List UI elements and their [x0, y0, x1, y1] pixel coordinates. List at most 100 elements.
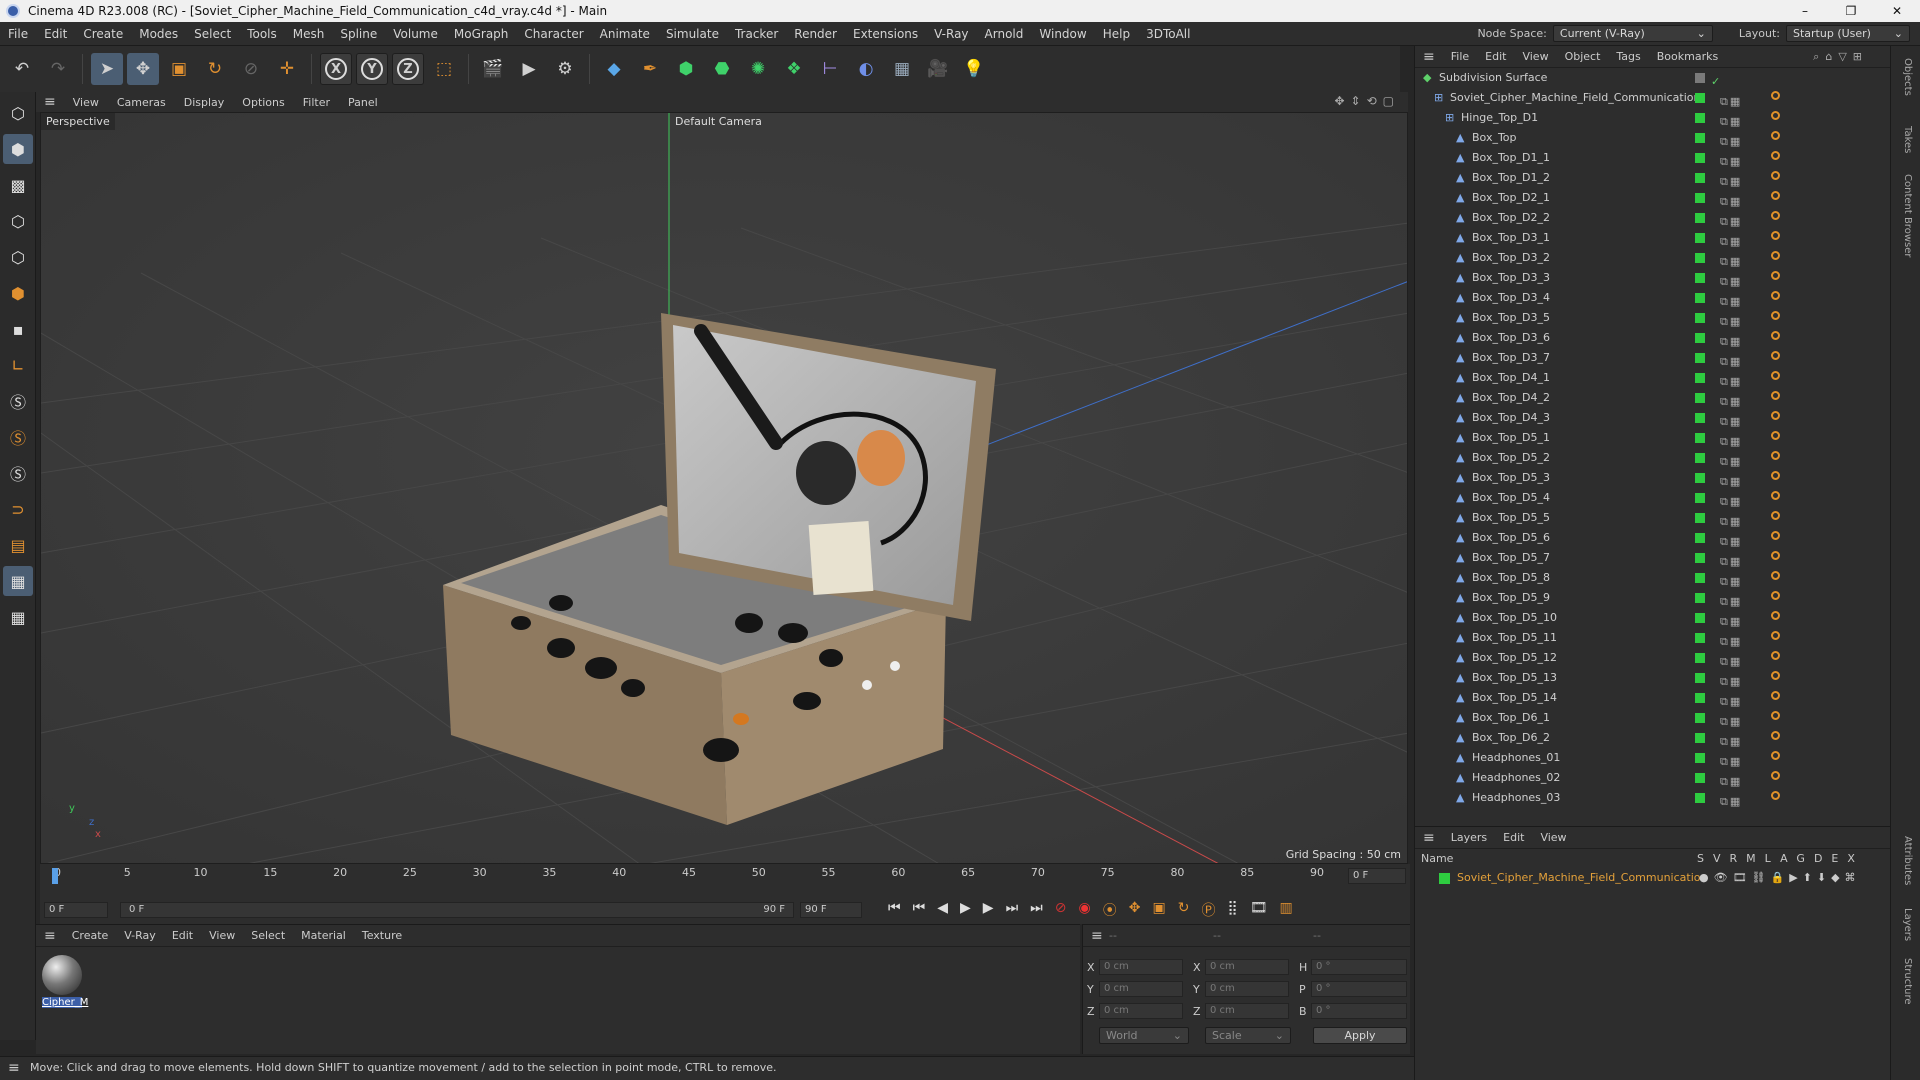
layers-menu-view[interactable]: View	[1532, 831, 1574, 844]
go-start-icon[interactable]: ⏮	[888, 900, 901, 920]
pos-z-field[interactable]: 0 cm	[1099, 1003, 1183, 1019]
rotate-tool-icon[interactable]: ↻	[199, 53, 231, 85]
menu-vray[interactable]: V-Ray	[926, 27, 976, 41]
material-menu-vray[interactable]: V-Ray	[116, 929, 164, 942]
object-name[interactable]: Box_Top_D5_2	[1472, 448, 1550, 468]
snap-workplane-icon[interactable]: Ⓢ	[3, 458, 33, 488]
layer-col-flag[interactable]: X	[1847, 852, 1864, 865]
visibility-dot[interactable]	[1695, 593, 1705, 603]
timeline-icon[interactable]: ▥	[1279, 900, 1292, 920]
phong-tag-icon[interactable]	[1771, 711, 1780, 720]
layer-col-flag[interactable]: D	[1814, 852, 1831, 865]
menu-mograph[interactable]: MoGraph	[446, 27, 517, 41]
object-row[interactable]: ▲ Box_Top_D5_5 ⧉▦	[1415, 508, 1877, 528]
visibility-dot[interactable]	[1695, 513, 1705, 523]
visibility-dot[interactable]	[1695, 713, 1705, 723]
uv-mode-icon[interactable]: ▪	[3, 314, 33, 344]
visibility-dot[interactable]	[1695, 373, 1705, 383]
rot-p-field[interactable]: 0 °	[1311, 981, 1407, 997]
object-name[interactable]: Box_Top_D5_7	[1472, 548, 1550, 568]
axis-x-toggle[interactable]: X	[320, 53, 352, 85]
phong-tag-icon[interactable]	[1771, 391, 1780, 400]
phong-tag-icon[interactable]	[1771, 371, 1780, 380]
viewport-menu-cameras[interactable]: Cameras	[108, 96, 175, 109]
visibility-dot[interactable]	[1695, 273, 1705, 283]
menu-help[interactable]: Help	[1095, 27, 1138, 41]
phong-tag-icon[interactable]	[1771, 491, 1780, 500]
key-rotate-icon[interactable]: ↻	[1178, 900, 1190, 920]
search-icon[interactable]: ⌕⌂▽⊞	[1813, 50, 1868, 64]
object-name[interactable]: Box_Top_D4_3	[1472, 408, 1550, 428]
object-row[interactable]: ▲ Box_Top_D6_2 ⧉▦	[1415, 728, 1877, 748]
menu-window[interactable]: Window	[1031, 27, 1094, 41]
layer-row[interactable]: Soviet_Cipher_Machine_Field_Communicatio…	[1415, 869, 1890, 889]
minimize-button[interactable]: –	[1782, 0, 1828, 22]
object-name[interactable]: Box_Top_D5_13	[1472, 668, 1557, 688]
phong-tag-icon[interactable]	[1771, 671, 1780, 680]
objects-menu-bookmarks[interactable]: Bookmarks	[1649, 50, 1726, 63]
object-name[interactable]: Box_Top_D5_8	[1472, 568, 1550, 588]
visibility-dot[interactable]	[1695, 253, 1705, 263]
visibility-dot[interactable]	[1695, 773, 1705, 783]
object-name[interactable]: Box_Top_D5_11	[1472, 628, 1557, 648]
object-name[interactable]: Subdivision Surface	[1439, 68, 1547, 88]
grid-icon[interactable]: ▦	[3, 566, 33, 596]
key-move-icon[interactable]: ✥	[1129, 900, 1141, 920]
menu-tools[interactable]: Tools	[239, 27, 285, 41]
object-row[interactable]: ▲ Box_Top_D5_11 ⧉▦	[1415, 628, 1877, 648]
visibility-dot[interactable]	[1695, 753, 1705, 763]
visibility-dot[interactable]	[1695, 353, 1705, 363]
extrude-icon[interactable]: ⬣	[706, 53, 738, 85]
viewport-menu-display[interactable]: Display	[175, 96, 234, 109]
texture-mode-icon[interactable]: ▩	[3, 170, 33, 200]
phong-tag-icon[interactable]	[1771, 531, 1780, 540]
tab-structure[interactable]: Structure	[1902, 958, 1913, 1005]
hamburger-icon[interactable]: ≡	[8, 1057, 20, 1079]
object-name[interactable]: Box_Top_D4_2	[1472, 388, 1550, 408]
select-tool-icon[interactable]: ➤	[91, 53, 123, 85]
layout-dropdown[interactable]: Startup (User) ⌄	[1786, 25, 1910, 42]
object-row[interactable]: ▲ Box_Top_D5_2 ⧉▦	[1415, 448, 1877, 468]
menu-file[interactable]: File	[0, 27, 36, 41]
object-row[interactable]: ▲ Box_Top_D2_2 ⧉▦	[1415, 208, 1877, 228]
prev-key-icon[interactable]: ⏮	[913, 900, 926, 920]
object-row[interactable]: ▲ Box_Top_D5_4 ⧉▦	[1415, 488, 1877, 508]
visibility-dot[interactable]	[1695, 413, 1705, 423]
visibility-dot[interactable]	[1695, 673, 1705, 683]
object-row[interactable]: ▲ Box_Top_D5_9 ⧉▦	[1415, 588, 1877, 608]
object-row[interactable]: ▲ Box_Top_D4_3 ⧉▦	[1415, 408, 1877, 428]
object-row[interactable]: ▲ Box_Top_D5_1 ⧉▦	[1415, 428, 1877, 448]
redo-icon[interactable]: ↷	[42, 53, 74, 85]
object-name[interactable]: Soviet_Cipher_Machine_Field_Communicatio…	[1450, 88, 1700, 108]
object-name[interactable]: Box_Top_D5_9	[1472, 588, 1550, 608]
visibility-dot[interactable]	[1695, 573, 1705, 583]
camera-label[interactable]: Default Camera	[671, 113, 766, 130]
object-row[interactable]: ▲ Box_Top_D5_7 ⧉▦	[1415, 548, 1877, 568]
live-select-icon[interactable]: ⊘	[235, 53, 267, 85]
object-name[interactable]: Box_Top_D3_2	[1472, 248, 1550, 268]
object-name[interactable]: Box_Top_D2_2	[1472, 208, 1550, 228]
menu-tracker[interactable]: Tracker	[727, 27, 786, 41]
menu-render[interactable]: Render	[786, 27, 845, 41]
visibility-dot[interactable]	[1695, 333, 1705, 343]
magnet-icon[interactable]: ⊃	[3, 494, 33, 524]
prev-frame-icon[interactable]: ◀	[937, 900, 948, 920]
material-menu-material[interactable]: Material	[293, 929, 354, 942]
visibility-dot[interactable]	[1695, 393, 1705, 403]
phong-tag-icon[interactable]	[1771, 291, 1780, 300]
tab-attributes[interactable]: Attributes	[1902, 836, 1913, 885]
menu-spline[interactable]: Spline	[332, 27, 385, 41]
key-pla-icon[interactable]: ⣿	[1227, 900, 1237, 920]
material-menu-texture[interactable]: Texture	[354, 929, 410, 942]
material-menu-create[interactable]: Create	[64, 929, 117, 942]
object-name[interactable]: Box_Top_D1_1	[1472, 148, 1550, 168]
material-swatch[interactable]: Cipher_M	[42, 955, 88, 1008]
quantize-icon[interactable]: ▦	[3, 602, 33, 632]
layer-col-flag[interactable]: S	[1697, 852, 1713, 865]
rot-b-field[interactable]: 0 °	[1311, 1003, 1407, 1019]
render-view-icon[interactable]: ▶	[513, 53, 545, 85]
tab-layers[interactable]: Layers	[1902, 908, 1913, 941]
cloner-icon[interactable]: ✺	[742, 53, 774, 85]
phong-tag-icon[interactable]	[1771, 571, 1780, 580]
object-row[interactable]: ▲ Box_Top_D1_1 ⧉▦	[1415, 148, 1877, 168]
